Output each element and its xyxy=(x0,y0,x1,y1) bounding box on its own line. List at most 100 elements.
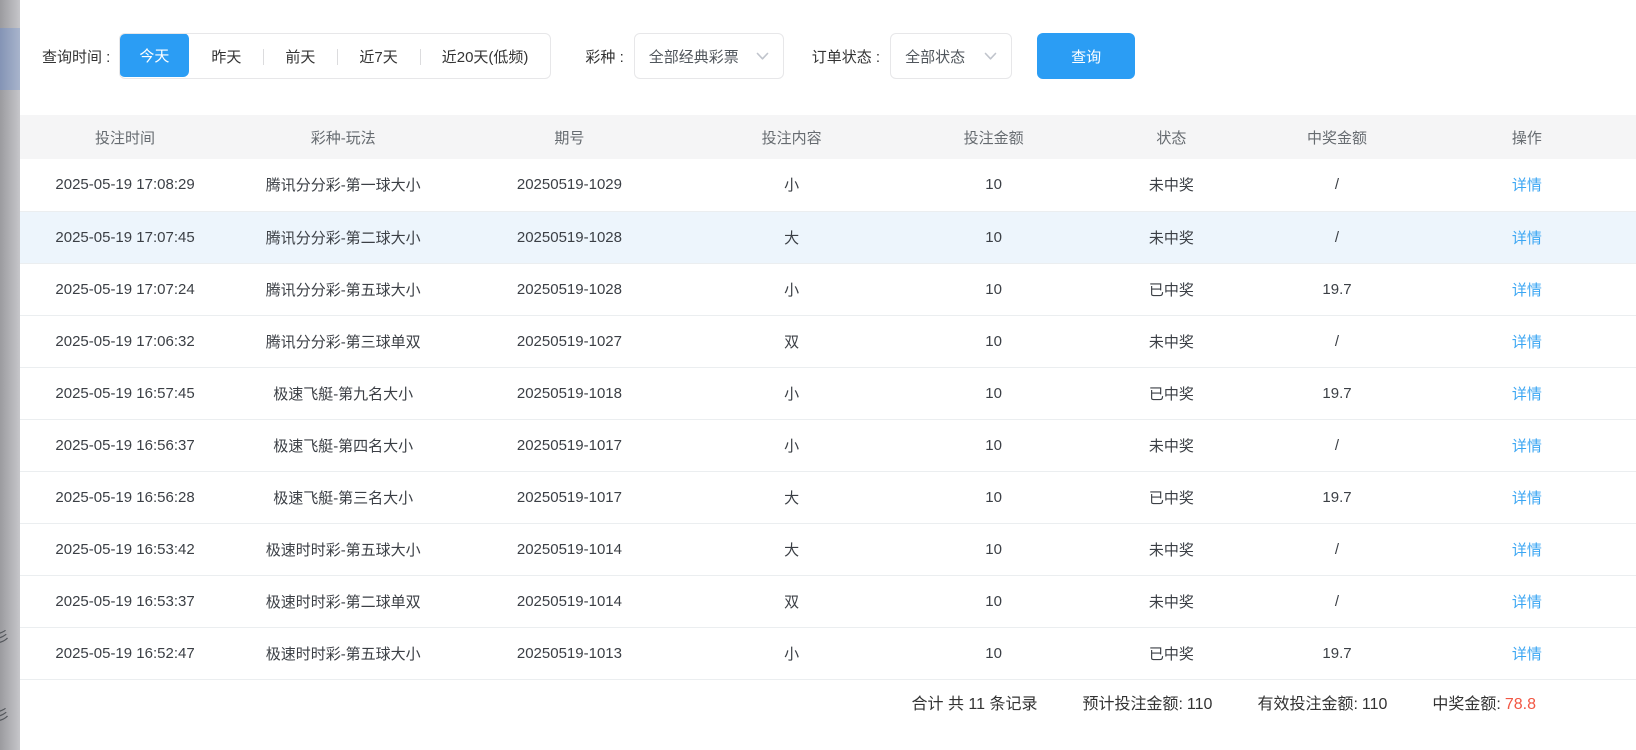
order-status-value: 全部状态 xyxy=(905,46,965,67)
table-row[interactable]: 2025-05-19 16:57:45 极速飞艇-第九名大小 20250519-… xyxy=(20,367,1636,419)
bet-content-cell: 大 xyxy=(683,211,901,263)
time-option-3[interactable]: 近7天 xyxy=(337,34,419,78)
bet-time-cell: 2025-05-19 17:06:32 xyxy=(20,315,230,367)
valid-bet-label: 有效投注金额: xyxy=(1257,696,1357,713)
bet-content-cell: 小 xyxy=(683,419,901,471)
bet-amount-cell: 10 xyxy=(901,627,1087,679)
bet-time-cell: 2025-05-19 16:53:42 xyxy=(20,523,230,575)
status-badge: 未中奖 xyxy=(1087,575,1257,627)
prize-amount-cell: / xyxy=(1256,523,1418,575)
detail-link[interactable]: 详情 xyxy=(1512,438,1542,455)
time-option-1[interactable]: 昨天 xyxy=(189,34,263,78)
bet-time-cell: 2025-05-19 17:07:45 xyxy=(20,211,230,263)
status-badge: 未中奖 xyxy=(1087,419,1257,471)
detail-link[interactable]: 详情 xyxy=(1512,542,1542,559)
search-button[interactable]: 查询 xyxy=(1037,33,1135,79)
prize-amount-cell: 19.7 xyxy=(1256,367,1418,419)
prize-summary-label: 中奖金额: xyxy=(1432,696,1500,713)
order-status-select[interactable]: 全部状态 xyxy=(890,33,1012,79)
order-history-page: 查询时间 : 今天昨天前天近7天近20天(低频) 彩种 : 全部经典彩票 订单状… xyxy=(20,0,1636,750)
lottery-type-value: 全部经典彩票 xyxy=(649,46,739,67)
detail-link[interactable]: 详情 xyxy=(1512,386,1542,403)
prize-amount-cell: 19.7 xyxy=(1256,471,1418,523)
period-cell: 20250519-1027 xyxy=(456,315,682,367)
expected-bet-value: 110 xyxy=(1187,696,1213,713)
prize-amount-cell: 19.7 xyxy=(1256,627,1418,679)
status-badge: 已中奖 xyxy=(1087,367,1257,419)
bet-time-cell: 2025-05-19 16:56:37 xyxy=(20,419,230,471)
game-play-cell: 腾讯分分彩-第二球大小 xyxy=(230,211,456,263)
detail-link[interactable]: 详情 xyxy=(1512,282,1542,299)
valid-bet-summary: 有效投注金额: 110 xyxy=(1257,690,1387,714)
game-play-cell: 腾讯分分彩-第五球大小 xyxy=(230,263,456,315)
detail-link[interactable]: 详情 xyxy=(1512,334,1542,351)
status-badge: 未中奖 xyxy=(1087,211,1257,263)
action-cell: 详情 xyxy=(1418,263,1636,315)
period-cell: 20250519-1013 xyxy=(456,627,682,679)
detail-link[interactable]: 详情 xyxy=(1512,490,1542,507)
order-table-body: 2025-05-19 17:08:29 腾讯分分彩-第一球大小 20250519… xyxy=(20,159,1636,679)
bet-content-cell: 大 xyxy=(683,523,901,575)
game-play-cell: 腾讯分分彩-第三球单双 xyxy=(230,315,456,367)
bet-amount-cell: 10 xyxy=(901,471,1087,523)
action-cell: 详情 xyxy=(1418,471,1636,523)
expected-bet-label: 预计投注金额: xyxy=(1082,696,1182,713)
table-row[interactable]: 2025-05-19 16:52:47 极速时时彩-第五球大小 20250519… xyxy=(20,627,1636,679)
column-header-game-play: 彩种-玩法 xyxy=(230,115,456,159)
prize-summary-value: 78.8 xyxy=(1505,696,1536,713)
table-row[interactable]: 2025-05-19 17:07:45 腾讯分分彩-第二球大小 20250519… xyxy=(20,211,1636,263)
column-header-bet-amount: 投注金额 xyxy=(901,115,1087,159)
detail-link[interactable]: 详情 xyxy=(1512,646,1542,663)
detail-link[interactable]: 详情 xyxy=(1512,177,1542,194)
status-badge: 已中奖 xyxy=(1087,471,1257,523)
prize-amount-cell: / xyxy=(1256,315,1418,367)
time-filter-group: 今天昨天前天近7天近20天(低频) xyxy=(119,33,551,79)
game-play-cell: 极速时时彩-第二球单双 xyxy=(230,575,456,627)
table-row[interactable]: 2025-05-19 16:53:42 极速时时彩-第五球大小 20250519… xyxy=(20,523,1636,575)
status-badge: 未中奖 xyxy=(1087,159,1257,211)
detail-link[interactable]: 详情 xyxy=(1512,230,1542,247)
game-play-cell: 极速时时彩-第五球大小 xyxy=(230,627,456,679)
status-badge: 已中奖 xyxy=(1087,627,1257,679)
status-badge: 未中奖 xyxy=(1087,523,1257,575)
chevron-down-icon xyxy=(984,52,997,61)
time-option-4[interactable]: 近20天(低频) xyxy=(420,34,551,78)
bet-amount-cell: 10 xyxy=(901,315,1087,367)
column-header-bet-time: 投注时间 xyxy=(20,115,230,159)
time-option-2[interactable]: 前天 xyxy=(263,34,337,78)
expected-bet-summary: 预计投注金额: 110 xyxy=(1082,690,1212,714)
bet-content-cell: 双 xyxy=(683,315,901,367)
bet-content-cell: 小 xyxy=(683,627,901,679)
lottery-type-select[interactable]: 全部经典彩票 xyxy=(634,33,784,79)
column-header-prize: 中奖金额 xyxy=(1256,115,1418,159)
bet-amount-cell: 10 xyxy=(901,575,1087,627)
bet-amount-cell: 10 xyxy=(901,159,1087,211)
game-play-cell: 腾讯分分彩-第一球大小 xyxy=(230,159,456,211)
valid-bet-value: 110 xyxy=(1362,696,1388,713)
bet-time-cell: 2025-05-19 16:53:37 xyxy=(20,575,230,627)
bet-content-cell: 小 xyxy=(683,367,901,419)
period-cell: 20250519-1018 xyxy=(456,367,682,419)
table-row[interactable]: 2025-05-19 17:06:32 腾讯分分彩-第三球单双 20250519… xyxy=(20,315,1636,367)
clipped-sidebar: 彡 彡 xyxy=(0,0,20,750)
prize-amount-cell: / xyxy=(1256,575,1418,627)
prize-summary: 中奖金额: 78.8 xyxy=(1432,690,1536,714)
bet-amount-cell: 10 xyxy=(901,523,1087,575)
period-cell: 20250519-1028 xyxy=(456,263,682,315)
detail-link[interactable]: 详情 xyxy=(1512,594,1542,611)
table-row[interactable]: 2025-05-19 16:56:28 极速飞艇-第三名大小 20250519-… xyxy=(20,471,1636,523)
column-header-status: 状态 xyxy=(1087,115,1257,159)
table-row[interactable]: 2025-05-19 16:53:37 极速时时彩-第二球单双 20250519… xyxy=(20,575,1636,627)
table-row[interactable]: 2025-05-19 17:08:29 腾讯分分彩-第一球大小 20250519… xyxy=(20,159,1636,211)
time-filter-label: 查询时间 : xyxy=(42,46,110,67)
bet-time-cell: 2025-05-19 17:08:29 xyxy=(20,159,230,211)
action-cell: 详情 xyxy=(1418,211,1636,263)
bet-time-cell: 2025-05-19 17:07:24 xyxy=(20,263,230,315)
table-row[interactable]: 2025-05-19 17:07:24 腾讯分分彩-第五球大小 20250519… xyxy=(20,263,1636,315)
status-badge: 未中奖 xyxy=(1087,315,1257,367)
table-row[interactable]: 2025-05-19 16:56:37 极速飞艇-第四名大小 20250519-… xyxy=(20,419,1636,471)
time-option-0[interactable]: 今天 xyxy=(119,33,189,77)
period-cell: 20250519-1017 xyxy=(456,471,682,523)
bet-amount-cell: 10 xyxy=(901,367,1087,419)
action-cell: 详情 xyxy=(1418,523,1636,575)
